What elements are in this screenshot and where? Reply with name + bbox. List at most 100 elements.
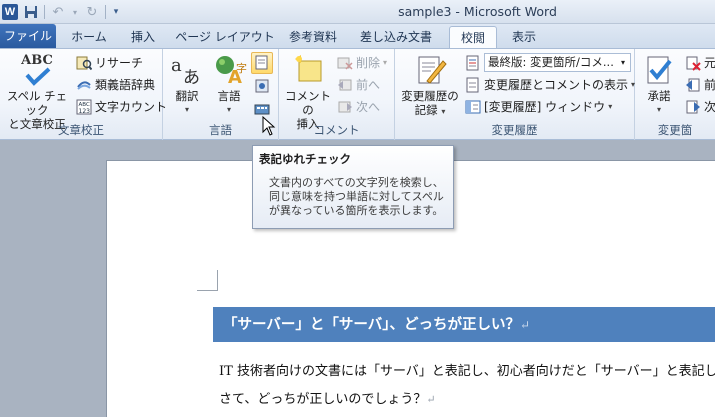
group-proofing: ABC スペル チェック と文章校正 リサーチ 類義語辞典 ABC 123 文字カ… [0, 49, 167, 140]
show-markup-icon [465, 77, 481, 93]
show-markup-button[interactable]: 変更履歴とコメントの表示 ▾ [465, 75, 635, 95]
thesaurus-button[interactable]: 類義語辞典 [76, 75, 155, 95]
display-for-review-icon-wrap [465, 53, 481, 73]
thesaurus-icon [76, 77, 92, 93]
display-for-review-dropdown-icon: ▾ [620, 58, 625, 67]
delete-comment-icon [337, 55, 353, 71]
tab-file[interactable]: ファイル [0, 24, 56, 48]
body-line-2-text: さて、どっちが正しいのでしょう？ [219, 392, 427, 407]
group-changes: 承諾 ▾ 元 前 次 変更箇 [635, 49, 715, 140]
paragraph-mark: ↵ [519, 318, 531, 332]
body-line-1[interactable]: IT 技術者向けの文書には「サーバ」と表記し、初心者向けだと「サーバー」と表記し [219, 360, 715, 379]
document-heading[interactable]: 「サーバー」と「サーバ」、どっちが正しい？↵ [213, 307, 715, 342]
spell-check-icon: ABC [19, 53, 55, 87]
track-changes-label-2: 記録 ▾ [399, 103, 461, 119]
translate-dropdown-icon: ▾ [184, 105, 189, 114]
reject-button[interactable]: 元 [685, 53, 715, 73]
previous-comment-icon [337, 77, 353, 93]
language-button[interactable]: A字 言語 ▾ [209, 53, 249, 117]
ime-register-icon[interactable] [253, 99, 271, 117]
heading-text: 「サーバー」と「サーバ」、どっちが正しい？ [223, 316, 520, 333]
display-for-review-value: 最終版: 変更箇所/コメ... [488, 55, 614, 69]
next-comment-label: 次へ [356, 100, 381, 114]
reject-icon [685, 55, 701, 71]
tab-references[interactable]: 参考資料 [284, 26, 342, 48]
tooltip-body: 文書内のすべての文字列を検索し、 同じ意味を持つ単語に対してスペル が異なってい… [259, 176, 447, 218]
display-for-review-icon [465, 55, 481, 71]
reviewing-pane-icon [465, 99, 481, 115]
mouse-cursor-icon [262, 116, 276, 136]
research-label: リサーチ [95, 56, 144, 70]
reviewing-pane-dropdown-icon: ▾ [608, 102, 613, 111]
body-line-1-text: IT 技術者向けの文書には「サーバ」と表記し、初心者向けだと「サーバー」と表記し [219, 364, 715, 379]
accept-button[interactable]: 承諾 ▾ [639, 53, 679, 117]
spelling-variants-tooltip: 表記ゆれチェック 文書内のすべての文字列を検索し、 同じ意味を持つ単語に対してス… [252, 145, 454, 229]
window-title: sample3 - Microsoft Word [398, 4, 557, 19]
delete-comment-label: 削除 [356, 56, 381, 70]
word-count-label: 文字カウント [95, 100, 168, 114]
word-count-button[interactable]: ABC 123 文字カウント [76, 97, 167, 117]
research-icon [76, 55, 92, 71]
translate-label: 翻訳 [175, 89, 199, 103]
display-for-review-select[interactable]: 最終版: 変更箇所/コメ... ▾ [484, 53, 631, 72]
group-label-changes: 変更箇 [657, 123, 693, 137]
spelling-variants-button[interactable] [251, 52, 273, 74]
ribbon-tabs: ファイル ホーム 挿入 ページ レイアウト 参考資料 差し込み文書 校閲 表示 [0, 24, 715, 48]
next-change-icon [685, 99, 701, 115]
body-line-2[interactable]: さて、どっちが正しいのでしょう？↵ [219, 388, 436, 407]
reject-label: 元 [704, 56, 715, 70]
tooltip-line-3: が異なっている箇所を表示します。 [269, 204, 444, 217]
translate-button[interactable]: aあ 翻訳 ▾ [167, 53, 207, 117]
group-label-tracking: 変更履歴 [491, 123, 538, 137]
previous-comment-label: 前へ [356, 78, 381, 92]
tooltip-line-1: 文書内のすべての文字列を検索し、 [269, 176, 444, 189]
language-dropdown-icon: ▾ [226, 105, 231, 114]
ime-dictionary-icon[interactable] [253, 77, 271, 95]
new-comment-button[interactable]: コメントの 挿入 [281, 53, 335, 131]
reviewing-pane-label: [変更履歴] ウィンドウ [484, 100, 606, 114]
svg-text:字: 字 [236, 61, 247, 75]
new-comment-label-1: コメントの [285, 89, 331, 117]
tab-review[interactable]: 校閲 [449, 26, 497, 48]
track-changes-label-1: 変更履歴の [401, 89, 459, 103]
tab-insert[interactable]: 挿入 [122, 26, 164, 48]
language-icon: A字 [211, 53, 247, 88]
spelling-variants-icon [255, 55, 268, 70]
new-comment-icon [291, 53, 325, 87]
next-comment-button[interactable]: 次へ [337, 97, 380, 117]
research-button[interactable]: リサーチ [76, 53, 143, 73]
tab-page-layout[interactable]: ページ レイアウト [172, 26, 278, 48]
accept-icon [642, 53, 676, 87]
spelling-grammar-button[interactable]: ABC スペル チェック と文章校正 [3, 53, 71, 131]
group-label-proofing: 文章校正 [58, 123, 104, 137]
word-count-icon: ABC 123 [76, 99, 92, 115]
ribbon: ABC スペル チェック と文章校正 リサーチ 類義語辞典 ABC 123 文字カ… [0, 48, 715, 140]
svg-text:あ: あ [183, 68, 200, 87]
tab-mailings[interactable]: 差し込み文書 [352, 26, 440, 48]
margin-crop-mark [197, 270, 218, 291]
thesaurus-label: 類義語辞典 [95, 78, 156, 92]
previous-comment-button[interactable]: 前へ [337, 75, 380, 95]
accept-dropdown-icon: ▾ [656, 105, 661, 114]
reviewing-pane-button[interactable]: [変更履歴] ウィンドウ ▾ [465, 97, 612, 117]
previous-change-button[interactable]: 前 [685, 75, 715, 95]
accept-label: 承諾 [647, 89, 671, 103]
delete-dropdown-icon: ▾ [383, 58, 388, 67]
translate-icon: aあ [169, 53, 205, 88]
previous-change-label: 前 [704, 78, 715, 92]
delete-comment-button[interactable]: 削除 ▾ [337, 53, 387, 73]
tab-home[interactable]: ホーム [64, 26, 114, 48]
show-markup-label: 変更履歴とコメントの表示 [484, 78, 629, 92]
group-comments: コメントの 挿入 削除 ▾ 前へ 次へ コメント [279, 49, 395, 140]
tab-view[interactable]: 表示 [503, 26, 545, 48]
next-change-button[interactable]: 次 [685, 97, 715, 117]
group-label-comments: コメント [313, 123, 360, 137]
group-label-language: 言語 [209, 123, 232, 137]
track-changes-button[interactable]: 変更履歴の 記録 ▾ [399, 53, 461, 119]
tooltip-line-2: 同じ意味を持つ単語に対してスペル [269, 190, 444, 203]
paragraph-mark: ↵ [426, 393, 436, 406]
spelling-label-1: スペル チェック [6, 89, 68, 117]
svg-text:123: 123 [79, 108, 91, 115]
next-comment-icon [337, 99, 353, 115]
track-changes-icon [413, 53, 447, 87]
